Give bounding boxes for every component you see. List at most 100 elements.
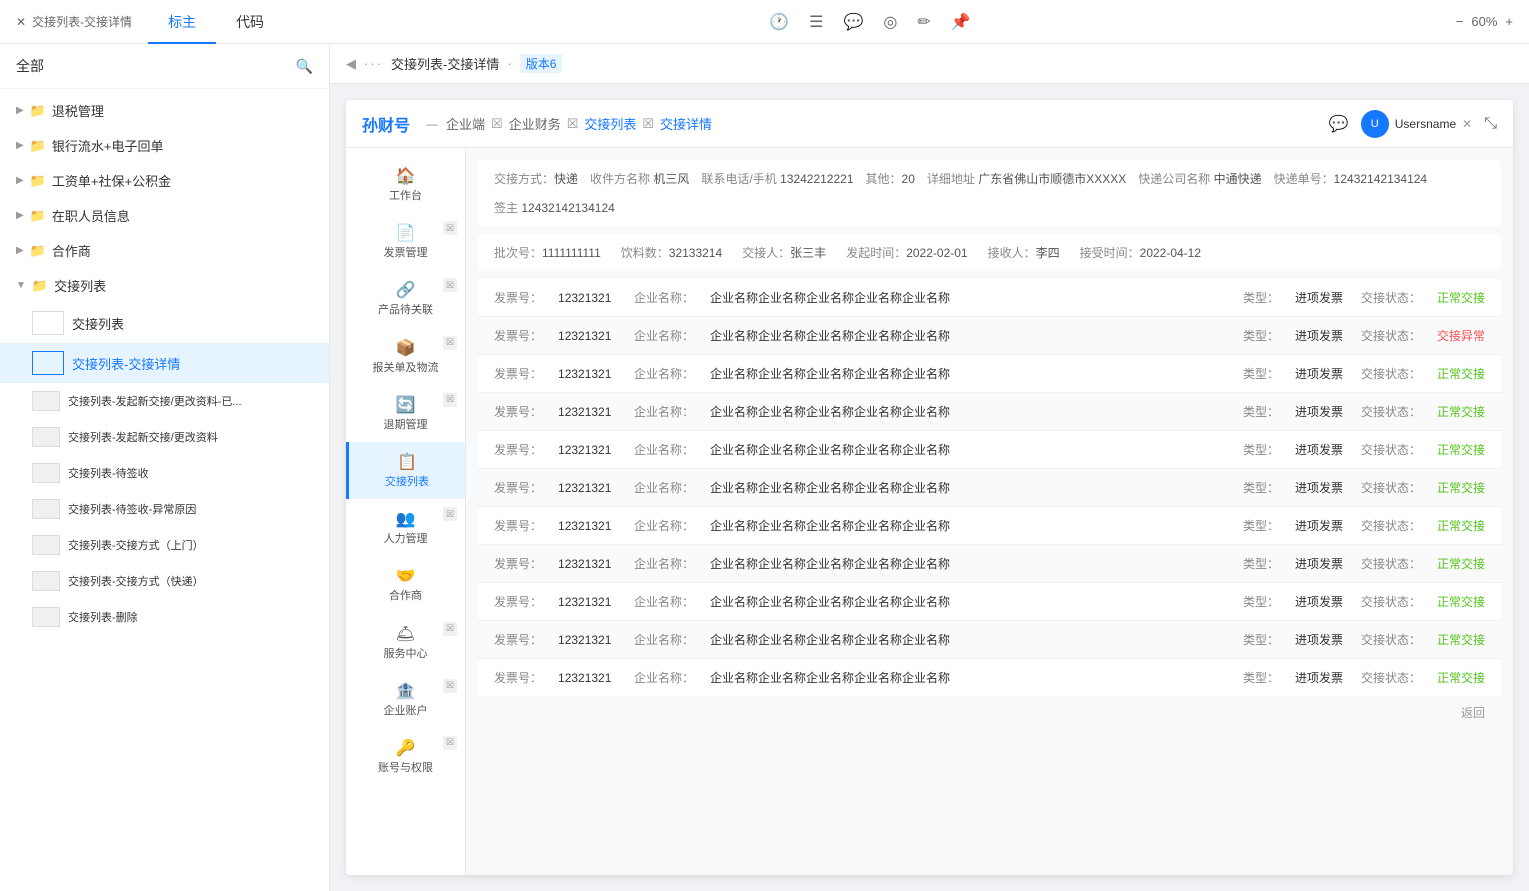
record-invoice-label: 发票号：: [494, 403, 542, 420]
collapse-sidebar-button[interactable]: ◀: [346, 56, 356, 72]
tab-area: 标主 代码: [148, 0, 284, 44]
main-layout: 全部 🔍 ▶ 📁 退税管理 ▶ 📁 银行流水+电子回单: [0, 44, 1529, 891]
app-sidebar-item-workbench[interactable]: 🏠 工作台: [346, 156, 465, 213]
record-status-label: 交接状态：: [1361, 327, 1421, 344]
sidebar-item-jiaojie-delete[interactable]: 交接列表-删除: [0, 599, 329, 635]
record-type-value: 进项发票: [1295, 403, 1345, 420]
workbench-icon: 🏠: [396, 166, 416, 186]
chat-icon[interactable]: 💬: [1329, 114, 1349, 134]
close-button[interactable]: ✕ 交接列表-交接详情: [16, 13, 132, 30]
record-row: 发票号： 12321321 企业名称： 企业名称企业名称企业名称企业名称企业名称…: [478, 431, 1501, 469]
zoom-out-button[interactable]: −: [1456, 14, 1464, 29]
brush-icon[interactable]: ✏: [917, 12, 930, 32]
record-company-value: 企业名称企业名称企业名称企业名称企业名称: [710, 631, 1227, 648]
sidebar-group-tuishui[interactable]: ▶ 📁 退税管理: [0, 93, 329, 128]
page-thumbnail-2: [32, 391, 60, 411]
history-icon[interactable]: 🕐: [769, 12, 789, 32]
sidebar-group-hezuoshang-header[interactable]: ▶ 📁 合作商: [0, 233, 329, 268]
sidebar-search-icon[interactable]: 🔍: [296, 58, 313, 75]
app-sidebar-item-customs[interactable]: 📦 报关单及物流 ☒: [346, 328, 465, 385]
tab-code[interactable]: 代码: [216, 0, 284, 44]
expand-icon[interactable]: ⤡: [1484, 115, 1497, 133]
sidebar-group-gongzi[interactable]: ▶ 📁 工资单+社保+公积金: [0, 163, 329, 198]
sidebar-item-jiaojie-pending[interactable]: 交接列表-待签收: [0, 455, 329, 491]
record-row: 发票号： 12321321 企业名称： 企业名称企业名称企业名称企业名称企业名称…: [478, 583, 1501, 621]
sidebar-header: 全部 🔍: [0, 44, 329, 89]
record-company-label: 企业名称：: [634, 289, 694, 306]
target-icon[interactable]: ◎: [883, 12, 897, 32]
sidebar-group-hezuoshang[interactable]: ▶ 📁 合作商: [0, 233, 329, 268]
app-breadcrumb: 企业端 ☒ 企业财务 ☒ 交接列表 ☒ 交接详情: [446, 114, 712, 133]
record-invoice-label: 发票号：: [494, 631, 542, 648]
record-company-value: 企业名称企业名称企业名称企业名称企业名称: [710, 403, 1227, 420]
info-tracking: 快递单号：12432142134124: [1274, 170, 1427, 187]
refund-tag: ☒: [443, 393, 457, 407]
tab-main[interactable]: 标主: [148, 0, 216, 44]
breadcrumb-jiaojie[interactable]: 交接列表: [584, 114, 636, 133]
pin-icon[interactable]: 📌: [951, 12, 971, 32]
folder-icon-6: 📁: [32, 278, 48, 294]
account-tag: ☒: [443, 679, 457, 693]
zoom-controls: − 60% +: [1456, 14, 1513, 29]
sidebar-group-yinhang-header[interactable]: ▶ 📁 银行流水+电子回单: [0, 128, 329, 163]
batch-start-time: 发起时间：2022-02-01: [846, 244, 967, 261]
record-type-label: 类型：: [1243, 555, 1279, 572]
breadcrumb-detail[interactable]: 交接详情: [660, 114, 712, 133]
partner-label: 合作商: [389, 590, 422, 603]
app-sidebar-item-hr[interactable]: 👥 人力管理 ☒: [346, 499, 465, 556]
invoice-tag: ☒: [443, 221, 457, 235]
document-icon[interactable]: ☰: [809, 12, 823, 32]
app-sidebar-item-product[interactable]: 🔗 产品待关联 ☒: [346, 270, 465, 327]
app-sidebar-item-invoice[interactable]: 📄 发票管理 ☒: [346, 213, 465, 270]
sidebar-item-jiaojie-new1[interactable]: 交接列表-发起新交接/更改资料-已...: [0, 383, 329, 419]
record-status-value: 交接异常: [1437, 327, 1485, 344]
partner-icon: 🤝: [396, 566, 416, 586]
record-type-value: 进项发票: [1295, 631, 1345, 648]
sidebar-group-tuishui-header[interactable]: ▶ 📁 退税管理: [0, 93, 329, 128]
breadcrumb-caiwu: 企业财务: [509, 114, 561, 133]
sidebar-group-zaizhi-header[interactable]: ▶ 📁 在职人员信息: [0, 198, 329, 233]
content-area: ◀ ··· 交接列表-交接详情 · 版本6 孙财号 — 企业端 ☒ 企业财务 ☒…: [330, 44, 1529, 891]
record-row-inner: 发票号： 12321321 企业名称： 企业名称企业名称企业名称企业名称企业名称…: [494, 403, 1485, 420]
record-company-label: 企业名称：: [634, 441, 694, 458]
zoom-in-button[interactable]: +: [1505, 14, 1513, 29]
record-company-value: 企业名称企业名称企业名称企业名称企业名称: [710, 327, 1227, 344]
chevron-right-icon-3: ▶: [16, 175, 24, 186]
customs-tag: ☒: [443, 336, 457, 350]
app-sidebar-item-permissions[interactable]: 🔑 账号与权限 ☒: [346, 728, 465, 785]
sidebar-group-gongzi-header[interactable]: ▶ 📁 工资单+社保+公积金: [0, 163, 329, 198]
record-type-label: 类型：: [1243, 517, 1279, 534]
batch-number: 批次号：1111111111: [494, 244, 601, 261]
sidebar-item-jiaojie-door[interactable]: 交接列表-交接方式（上门）: [0, 527, 329, 563]
comment-icon[interactable]: 💬: [843, 12, 863, 32]
doc-header: ◀ ··· 交接列表-交接详情 · 版本6: [330, 44, 1529, 84]
record-row-inner: 发票号： 12321321 企业名称： 企业名称企业名称企业名称企业名称企业名称…: [494, 631, 1485, 648]
page-thumbnail-3: [32, 427, 60, 447]
app-sidebar-item-partner[interactable]: 🤝 合作商: [346, 556, 465, 613]
sidebar-item-jiaojie-pending-label: 交接列表-待签收: [68, 465, 149, 481]
handover-label: 交接列表: [385, 476, 429, 489]
breadcrumb-enterprise: 企业端: [446, 114, 485, 133]
app-sidebar-item-refund[interactable]: 🔄 退期管理 ☒: [346, 385, 465, 442]
username-close-icon[interactable]: ✕: [1462, 117, 1472, 131]
sidebar-group-yinhang[interactable]: ▶ 📁 银行流水+电子回单: [0, 128, 329, 163]
record-row: 发票号： 12321321 企业名称： 企业名称企业名称企业名称企业名称企业名称…: [478, 393, 1501, 431]
app-nav: 孙财号 — 企业端 ☒ 企业财务 ☒ 交接列表 ☒ 交接详情 💬 U Users…: [346, 100, 1513, 148]
permissions-tag: ☒: [443, 736, 457, 750]
sidebar-group-jiaojie[interactable]: ▼ 📁 交接列表 交接列表 交接列表-交接详情 交接列表-发起新交接/更改资料-…: [0, 268, 329, 635]
sidebar-item-jiaojie-list[interactable]: 交接列表: [0, 303, 329, 343]
sidebar-item-jiaojie-detail[interactable]: 交接列表-交接详情: [0, 343, 329, 383]
app-sidebar-item-handover[interactable]: 📋 交接列表: [346, 442, 465, 499]
sidebar-item-jiaojie-pending-err[interactable]: 交接列表-待签收-异常原因: [0, 491, 329, 527]
record-invoice-value: 12321321: [558, 481, 618, 495]
app-brand: 孙财号: [362, 112, 410, 136]
app-sidebar-item-service[interactable]: 🛎 服务中心 ☒: [346, 614, 465, 671]
sidebar-group-jiaojie-header[interactable]: ▼ 📁 交接列表: [0, 268, 329, 303]
record-row-inner: 发票号： 12321321 企业名称： 企业名称企业名称企业名称企业名称企业名称…: [494, 593, 1485, 610]
sidebar-item-jiaojie-express[interactable]: 交接列表-交接方式（快递）: [0, 563, 329, 599]
sidebar-item-jiaojie-new2[interactable]: 交接列表-发起新交接/更改资料: [0, 419, 329, 455]
app-sidebar-item-account[interactable]: 🏦 企业账户 ☒: [346, 671, 465, 728]
username-label: Usersname: [1395, 117, 1456, 131]
record-row-inner: 发票号： 12321321 企业名称： 企业名称企业名称企业名称企业名称企业名称…: [494, 517, 1485, 534]
sidebar-group-zaizhi[interactable]: ▶ 📁 在职人员信息: [0, 198, 329, 233]
